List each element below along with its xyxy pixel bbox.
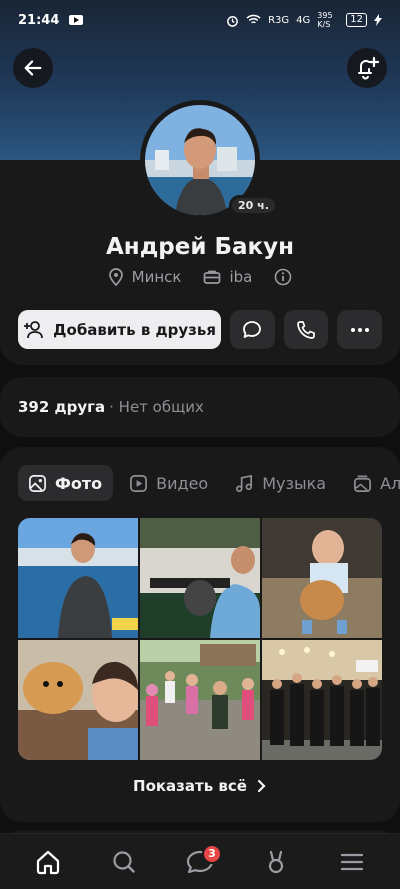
photo-grid bbox=[18, 518, 382, 760]
more-button[interactable] bbox=[337, 310, 383, 349]
video-icon bbox=[130, 474, 148, 492]
tab-photos-label: Фото bbox=[55, 473, 103, 493]
wifi-icon bbox=[246, 14, 261, 24]
location-icon bbox=[108, 268, 123, 286]
photo-thumbnail[interactable] bbox=[262, 640, 382, 760]
signal-label: 4G bbox=[296, 14, 311, 26]
album-icon bbox=[354, 475, 372, 492]
profile-name: Андрей Бакун bbox=[106, 234, 294, 260]
profile-meta: Минск iba bbox=[0, 268, 400, 286]
bell-plus-icon bbox=[358, 56, 380, 80]
speed-label: 395 K/S bbox=[317, 11, 333, 29]
arrow-left-icon bbox=[24, 60, 42, 76]
show-all-label: Показать всё bbox=[133, 777, 247, 795]
last-seen-badge: 20 ч. bbox=[229, 195, 278, 216]
clips-icon bbox=[268, 850, 284, 873]
profile-work: iba bbox=[229, 268, 253, 286]
tab-albums[interactable]: Ал bbox=[343, 465, 400, 501]
phone-icon bbox=[297, 320, 315, 339]
nav-menu[interactable] bbox=[330, 840, 374, 884]
friends-row[interactable]: 392 друга · Нет общих bbox=[0, 377, 400, 437]
alarm-icon bbox=[227, 15, 238, 27]
charging-icon bbox=[374, 14, 382, 26]
subscribe-notifications-button[interactable] bbox=[347, 48, 387, 88]
network-label: R3G bbox=[268, 14, 290, 26]
search-icon bbox=[113, 850, 135, 873]
status-time: 21:44 bbox=[18, 12, 60, 28]
back-button[interactable] bbox=[13, 48, 53, 88]
more-dots-icon bbox=[350, 327, 369, 332]
nav-search[interactable] bbox=[102, 840, 146, 884]
status-bar: 21:44 R3G 4G 395 K/S 12 bbox=[0, 0, 400, 40]
photo-thumbnail[interactable] bbox=[140, 518, 260, 638]
chevron-right-icon bbox=[257, 779, 266, 793]
photo-thumbnail[interactable] bbox=[18, 518, 138, 638]
photo-thumbnail[interactable] bbox=[140, 640, 260, 760]
media-section: Фото Видео Музыка Ал Показать всё bbox=[0, 447, 400, 822]
briefcase-icon bbox=[204, 270, 221, 284]
nav-messages[interactable]: 3 bbox=[178, 840, 222, 884]
add-friend-label: Добавить в друзья bbox=[53, 320, 217, 339]
tab-albums-label: Ал bbox=[380, 473, 400, 493]
profile-actions: Добавить в друзья bbox=[18, 310, 383, 349]
nav-home[interactable] bbox=[26, 840, 70, 884]
profile-city: Минск bbox=[131, 268, 182, 286]
photo-thumbnail[interactable] bbox=[18, 640, 138, 760]
message-button[interactable] bbox=[230, 310, 275, 349]
photo-icon bbox=[29, 474, 46, 492]
add-person-icon bbox=[24, 320, 44, 338]
menu-icon bbox=[340, 853, 364, 870]
show-all-photos-button[interactable]: Показать всё bbox=[0, 777, 400, 795]
youtube-icon bbox=[69, 15, 84, 25]
tab-videos[interactable]: Видео bbox=[119, 465, 219, 501]
friends-count: 392 друга bbox=[18, 398, 106, 416]
home-icon bbox=[36, 850, 60, 874]
tab-music[interactable]: Музыка bbox=[225, 465, 337, 501]
messages-badge: 3 bbox=[202, 843, 222, 864]
call-button[interactable] bbox=[283, 310, 329, 349]
media-tabs: Фото Видео Музыка Ал bbox=[18, 465, 400, 501]
tab-music-label: Музыка bbox=[262, 473, 327, 493]
photo-thumbnail[interactable] bbox=[262, 518, 382, 638]
music-note-icon bbox=[236, 474, 253, 492]
mutual-friends: · Нет общих bbox=[109, 398, 204, 416]
battery-icon: 12 bbox=[346, 13, 367, 27]
info-icon[interactable] bbox=[274, 268, 292, 286]
tab-photos[interactable]: Фото bbox=[18, 465, 114, 501]
chat-bubble-icon bbox=[243, 320, 262, 338]
add-friend-button[interactable]: Добавить в друзья bbox=[18, 310, 222, 349]
bottom-navigation: 3 bbox=[0, 833, 400, 889]
nav-clips[interactable] bbox=[254, 840, 298, 884]
tab-videos-label: Видео bbox=[156, 473, 209, 493]
